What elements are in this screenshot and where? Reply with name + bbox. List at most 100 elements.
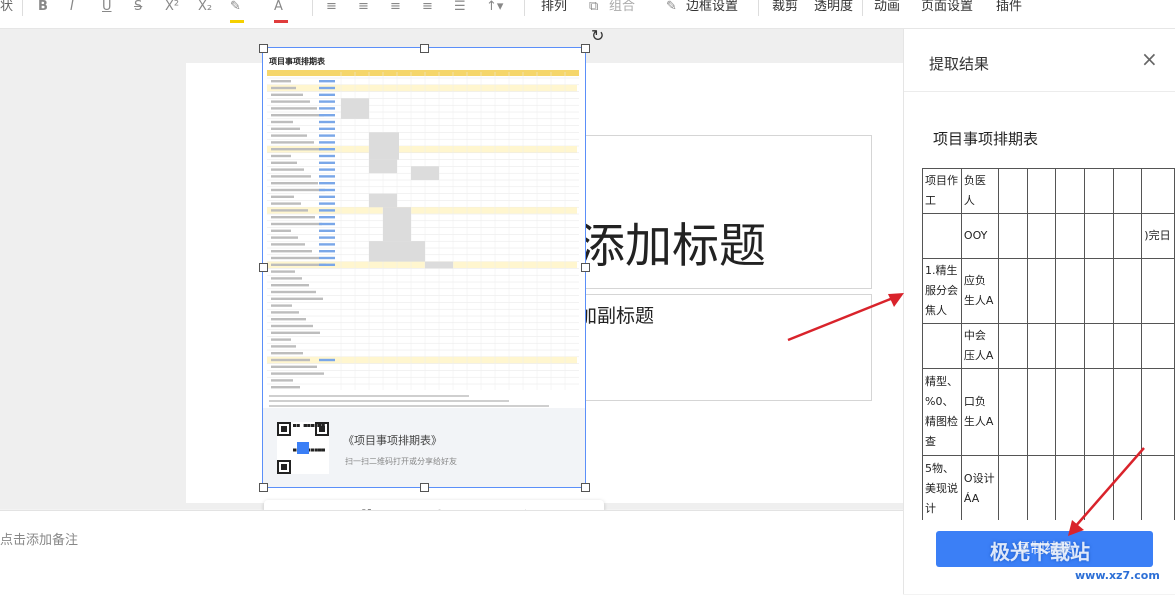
sheet-task-text [271, 154, 291, 158]
sheet-task-text [271, 352, 303, 355]
sheet-task-text [271, 195, 294, 198]
sheet-owner-text [319, 250, 335, 253]
subscript-icon[interactable]: X₂ [198, 0, 212, 20]
animation-button[interactable]: 动画 [874, 0, 900, 20]
sheet-gantt-bar [383, 207, 411, 242]
strikethrough-icon[interactable]: S [134, 0, 142, 20]
sheet-gantt-bar [425, 261, 453, 269]
sheet-task-text [271, 216, 315, 219]
notes-area[interactable]: 点击添加备注 [0, 510, 903, 595]
slide-title-placeholder[interactable]: 添加标题 [578, 219, 766, 275]
sheet-task-text [271, 243, 305, 246]
result-table-cell [1055, 323, 1085, 369]
result-table-cell [1112, 168, 1143, 214]
border-settings-button[interactable]: 边框设置 [686, 0, 738, 20]
qr-module [318, 424, 322, 427]
result-table-cell [1083, 323, 1114, 369]
align-center-icon[interactable]: ≡ [358, 0, 369, 20]
sheet-task-text [271, 270, 295, 273]
slide-subtitle-placeholder[interactable]: 加副标题 [578, 301, 654, 328]
sheet-owner-text [319, 195, 335, 198]
ribbon-toolbar: 状 B I U S X² X₂ ✎ A ≡ ≡ ≡ ≡ ☰ ↑▾ 排列 ⧉ 组合… [0, 0, 1175, 29]
toolbar-divider [312, 0, 313, 16]
underline-icon[interactable]: U [102, 0, 112, 20]
sheet-task-text [271, 250, 312, 253]
sheet-section-row [267, 207, 577, 214]
sheet-owner-text [319, 168, 335, 171]
resize-handle-nw[interactable] [259, 44, 268, 53]
sheet-owner-text [319, 263, 335, 266]
qr-module [321, 424, 325, 427]
sheet-owner-text [319, 93, 335, 96]
result-table-cell [1112, 213, 1143, 259]
result-table-cell [1026, 323, 1057, 369]
sheet-task-text [271, 324, 313, 328]
font-color-icon[interactable]: A [274, 0, 288, 23]
rotate-handle-icon[interactable]: ↻ [591, 26, 604, 45]
resize-handle-w[interactable] [259, 263, 268, 272]
qr-code-icon [277, 422, 329, 474]
sheet-owner-text [319, 209, 335, 212]
superscript-icon[interactable]: X² [165, 0, 179, 20]
sheet-task-text [271, 188, 325, 192]
sheet-owner-text [319, 256, 335, 260]
sheet-owner-text [319, 161, 335, 164]
sheet-task-text [271, 100, 310, 103]
line-spacing-icon[interactable]: ↑▾ [486, 0, 503, 20]
transparency-button[interactable]: 透明度 [814, 0, 853, 20]
sheet-task-text [271, 345, 296, 348]
sheet-task-text [271, 86, 296, 90]
resize-handle-ne[interactable] [581, 44, 590, 53]
resize-handle-e[interactable] [581, 263, 590, 272]
sheet-owner-text [319, 222, 335, 226]
red-arrow-to-panel [787, 293, 904, 342]
page-setup-button[interactable]: 页面设置 [921, 0, 973, 20]
group-icon[interactable]: ⧉ [589, 0, 598, 20]
sheet-task-text [271, 229, 291, 232]
border-pen-icon[interactable]: ✎ [666, 0, 677, 20]
result-table-cell [998, 168, 1028, 214]
selected-image[interactable]: 项目事项排期表 《项目事项排期表》 扫一扫二维码打开或分享给好友 [259, 44, 590, 492]
qr-module [281, 426, 287, 432]
sheet-section-row [267, 356, 577, 364]
result-table-cell [1055, 168, 1085, 214]
sheet-owner-text [319, 120, 335, 124]
sheet-task-text [271, 365, 317, 368]
result-table-cell [1112, 258, 1143, 324]
highlight-icon[interactable]: ✎ [230, 0, 244, 23]
resize-handle-sw[interactable] [259, 483, 268, 492]
result-table-cell [998, 213, 1028, 259]
italic-icon[interactable]: I [70, 0, 74, 20]
sheet-task-text [271, 318, 306, 321]
sheet-footnote [269, 395, 469, 397]
sheet-owner-text [319, 229, 335, 232]
bold-icon[interactable]: B [38, 0, 48, 20]
result-table-cell: 中会压人A [960, 323, 1000, 369]
qr-module [314, 448, 318, 452]
crop-button[interactable]: 裁剪 [772, 0, 798, 20]
arrange-button[interactable]: 排列 [541, 0, 567, 20]
sheet-owner-text [319, 80, 335, 83]
align-right-icon[interactable]: ≡ [390, 0, 401, 20]
align-left-icon[interactable]: ≡ [326, 0, 337, 20]
result-table-cell: O设计ÁA [960, 455, 1000, 520]
resize-handle-se[interactable] [581, 483, 590, 492]
group-button[interactable]: 组合 [609, 0, 635, 20]
result-table-row: 1.精生服分会焦人 应负生人A [922, 258, 1175, 324]
result-table-cell: 5物、美现说计 [922, 455, 962, 520]
justify-icon[interactable]: ≡ [422, 0, 433, 20]
resize-handle-n[interactable] [420, 44, 429, 53]
sheet-gantt-grid [267, 72, 579, 407]
plugins-button[interactable]: 插件 [996, 0, 1022, 20]
result-table-cell: 1.精生服分会焦人 [922, 258, 962, 324]
result-table-cell [1083, 258, 1114, 324]
distribute-icon[interactable]: ☰ [454, 0, 466, 20]
sheet-task-text [271, 284, 309, 287]
sheet-owner-text [319, 127, 335, 130]
sheet-task-text [271, 331, 320, 334]
qr-logo-icon [297, 442, 309, 454]
close-icon[interactable]: × [1141, 47, 1158, 71]
qr-module [293, 448, 296, 452]
notes-placeholder[interactable]: 点击添加备注 [0, 529, 78, 548]
resize-handle-s[interactable] [420, 483, 429, 492]
